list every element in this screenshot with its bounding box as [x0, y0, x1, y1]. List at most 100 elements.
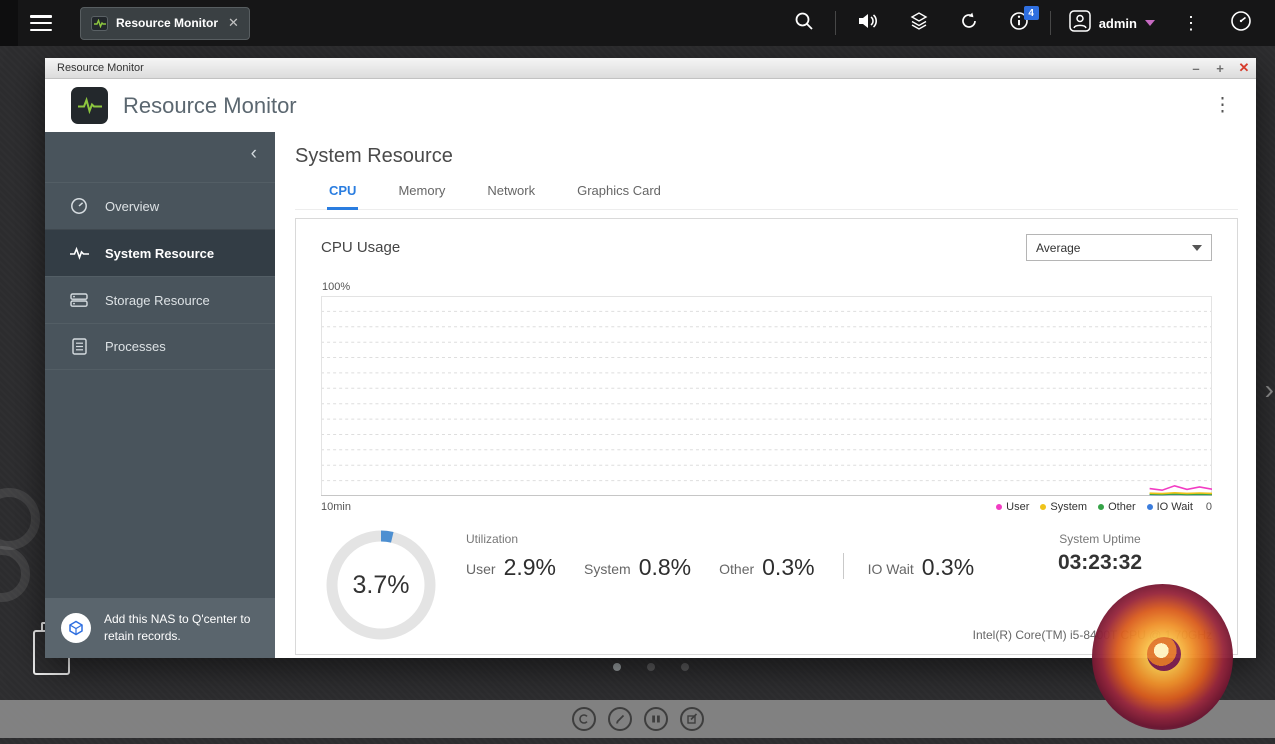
- stat-line: User 2.9% System 0.8% Other 0.3% IO Wait…: [466, 553, 1002, 581]
- gauge-value-label: 3.7%: [352, 570, 410, 599]
- x-axis-right-label: 0: [1205, 501, 1212, 513]
- main-menu-button[interactable]: [30, 15, 52, 31]
- sync-status-button[interactable]: [944, 0, 994, 46]
- tab-cpu[interactable]: CPU: [327, 183, 359, 210]
- layers-icon: [909, 11, 929, 35]
- stat-divider: [842, 553, 844, 579]
- disk-stack-icon: [69, 292, 89, 308]
- document-list-icon: [69, 338, 89, 355]
- chart-legend: User System Other IO Wait: [996, 501, 1193, 513]
- legend-dot: [1098, 504, 1105, 510]
- taskbar-right: 4 admin ⋮: [779, 0, 1275, 46]
- app-options-kebab-icon[interactable]: ⋮: [1205, 90, 1240, 121]
- pager-dot[interactable]: [612, 663, 621, 671]
- maximize-icon[interactable]: +: [1208, 58, 1232, 78]
- main-content: System Resource CPU Memory Network Graph…: [275, 132, 1256, 658]
- uptime-label: System Uptime: [1059, 532, 1141, 546]
- more-options-button[interactable]: ⋮: [1167, 0, 1215, 46]
- select-value: Average: [1036, 240, 1081, 255]
- taskbar-edge: [0, 0, 18, 46]
- background-tasks-button[interactable]: [894, 0, 944, 46]
- overview-gauge-icon: [69, 197, 89, 215]
- wallpaper-circle-decoration: [0, 488, 40, 550]
- sidebar-item-label: Overview: [105, 198, 160, 214]
- y-axis-max-label: 100%: [322, 281, 351, 293]
- sidebar-item-label: System Resource: [105, 245, 215, 261]
- legend-item-io-wait: IO Wait: [1146, 501, 1193, 513]
- notifications-button[interactable]: 4: [994, 0, 1044, 46]
- tab-graphics-card[interactable]: Graphics Card: [575, 183, 663, 210]
- username-label: admin: [1098, 15, 1137, 31]
- sidebar-item-system-resource[interactable]: System Resource: [45, 229, 275, 276]
- columns-circle-icon[interactable]: [643, 707, 668, 731]
- qcenter-banner[interactable]: Add this NAS to Q'center to retain recor…: [45, 598, 275, 658]
- pager-dot[interactable]: [680, 663, 689, 671]
- kebab-icon: ⋮: [1182, 13, 1200, 33]
- taskbar: Resource Monitor ✕ 4 admin ⋮: [0, 0, 1275, 46]
- sidebar-item-label: Storage Resource: [105, 292, 210, 308]
- desktop-pager: [45, 663, 1256, 671]
- stat-system: System 0.8%: [584, 554, 692, 580]
- tab-memory[interactable]: Memory: [396, 183, 447, 210]
- wallpaper-circle-decoration: [0, 546, 30, 602]
- stat-user: User 2.9%: [466, 554, 556, 580]
- legend-item-other: Other: [1098, 501, 1136, 513]
- legend-item-system: System: [1040, 501, 1087, 513]
- cpu-usage-chart: [321, 296, 1212, 496]
- sidebar-item-overview[interactable]: Overview: [45, 182, 275, 229]
- resource-monitor-icon: [91, 15, 108, 31]
- volume-button[interactable]: [842, 0, 894, 46]
- refresh-icon: [959, 11, 979, 36]
- window-titlebar[interactable]: Resource Monitor – + ✕: [45, 58, 1256, 79]
- tab-network[interactable]: Network: [485, 183, 537, 210]
- window-controls: – + ✕: [1184, 58, 1256, 78]
- search-icon: [794, 11, 814, 36]
- legend-dot: [996, 504, 1003, 510]
- close-icon[interactable]: ✕: [1232, 58, 1256, 78]
- chart-footer: 10min User System Other IO Wait 0: [321, 501, 1212, 513]
- sidebar-item-label: Processes: [105, 339, 166, 354]
- next-screen-chevron-icon[interactable]: ›: [1265, 376, 1274, 404]
- pen-circle-icon[interactable]: [607, 707, 632, 731]
- sidebar-item-processes[interactable]: Processes: [45, 323, 275, 370]
- gauge-icon: [1230, 10, 1252, 37]
- sidebar-item-storage-resource[interactable]: Storage Resource: [45, 276, 275, 323]
- window-titlebar-title: Resource Monitor: [57, 62, 144, 74]
- notification-count-badge: 4: [1023, 6, 1039, 20]
- legend-dot: [1040, 504, 1047, 510]
- window-header: Resource Monitor ⋮: [45, 79, 1256, 132]
- app-tab-label: Resource Monitor: [116, 16, 219, 30]
- x-axis-left-label: 10min: [321, 501, 351, 513]
- resource-monitor-app-icon: [71, 87, 108, 124]
- stat-other: Other 0.3%: [719, 554, 815, 580]
- user-menu[interactable]: admin: [1057, 9, 1167, 37]
- circle-c-icon[interactable]: [571, 707, 596, 731]
- pager-dot[interactable]: [646, 663, 655, 671]
- resource-monitor-window: Resource Monitor – + ✕ Resource Monitor …: [45, 58, 1256, 658]
- bottom-dock: [0, 700, 1275, 738]
- app-tab-resource-monitor[interactable]: Resource Monitor ✕: [80, 6, 250, 40]
- cpu-usage-gauge: 3.7%: [326, 530, 436, 640]
- sidebar: ‹ Overview System Resource Storage Resou…: [45, 132, 275, 658]
- chevron-down-icon: [1192, 244, 1202, 251]
- speaker-icon: [857, 12, 879, 35]
- sidebar-nav: Overview System Resource Storage Resourc…: [45, 182, 275, 370]
- tab-bar: CPU Memory Network Graphics Card: [295, 183, 1238, 210]
- user-avatar-icon: [1068, 9, 1091, 37]
- close-icon[interactable]: ✕: [228, 15, 239, 31]
- average-select[interactable]: Average: [1026, 234, 1212, 261]
- window-body: ‹ Overview System Resource Storage Resou…: [45, 132, 1256, 658]
- uptime-value: 03:23:32: [1057, 551, 1142, 574]
- card-header: CPU Usage Average: [321, 234, 1212, 261]
- legend-dot: [1146, 504, 1153, 510]
- minimize-icon[interactable]: –: [1184, 58, 1208, 78]
- sidebar-collapse-chevron-icon[interactable]: ‹: [251, 144, 257, 163]
- compose-circle-icon[interactable]: [679, 707, 704, 731]
- search-button[interactable]: [779, 0, 829, 46]
- desktop: › Resource Monitor ✕ 4 admin ⋮ Resource …: [0, 0, 1275, 744]
- app-title: Resource Monitor: [123, 92, 297, 118]
- card-title: CPU Usage: [321, 239, 401, 256]
- dashboard-button[interactable]: [1215, 0, 1267, 46]
- legend-item-user: User: [996, 501, 1029, 513]
- qcenter-icon: [61, 613, 91, 643]
